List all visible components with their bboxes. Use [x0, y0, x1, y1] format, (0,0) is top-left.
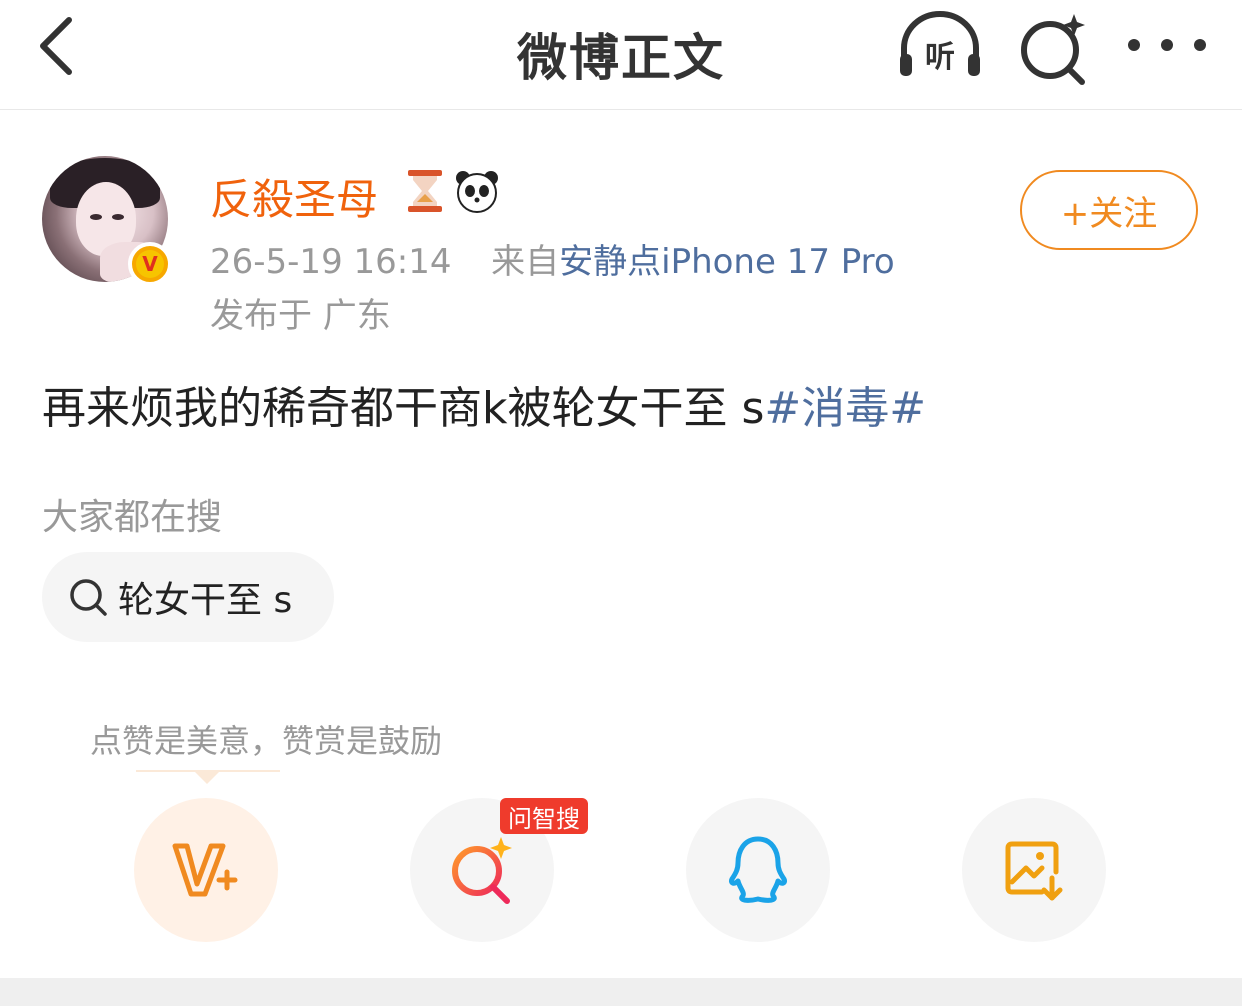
save-image-button[interactable] [962, 798, 1106, 942]
ai-search-icon [1021, 14, 1085, 85]
trending-search-chip[interactable]: 轮女干至 s [42, 552, 334, 642]
qq-penguin-icon [729, 836, 787, 903]
ask-badge: 问智搜 [500, 798, 588, 834]
ai-search-button[interactable] [1014, 8, 1094, 88]
reward-button[interactable] [134, 798, 278, 942]
verified-badge-letter: V [136, 250, 164, 278]
more-button[interactable] [1128, 20, 1206, 70]
post-meta: 26-5-19 16:14 来自安静点iPhone 17 Pro [210, 234, 895, 283]
trending-chip-text: 轮女干至 s [118, 580, 293, 621]
post-location: 发布于 广东 [210, 296, 391, 336]
more-dot [1194, 39, 1206, 51]
hashtag-link[interactable]: #消毒# [764, 383, 926, 434]
post-body: 再来烦我的稀奇都干商k被轮女干至 s#消毒# [42, 372, 926, 436]
post-text: 再来烦我的稀奇都干商k被轮女干至 s [42, 383, 765, 434]
save-image-icon [1005, 841, 1063, 901]
device-link[interactable]: 安静点iPhone 17 Pro [559, 242, 895, 282]
avatar-eye [112, 214, 124, 220]
hourglass-icon [408, 170, 442, 212]
reward-tip: 点赞是美意，赞赏是鼓励 [90, 722, 443, 760]
author-name[interactable]: 反殺圣母 [210, 166, 378, 227]
v-plus-icon [172, 843, 238, 897]
follow-button[interactable]: +关注 [1020, 170, 1198, 250]
ai-search-color-icon [452, 837, 512, 904]
from-prefix: 来自 [491, 242, 560, 282]
tip-arrow [193, 770, 221, 784]
bottom-divider [0, 978, 1242, 1006]
trending-label: 大家都在搜 [42, 497, 223, 538]
more-dot [1128, 39, 1140, 51]
more-dot [1161, 39, 1173, 51]
listen-label: 听 [925, 40, 955, 75]
avatar-eye [90, 214, 102, 220]
panda-icon [456, 171, 498, 213]
post-time: 26-5-19 16:14 [210, 242, 452, 282]
verified-badge: V [128, 242, 172, 286]
share-qq-button[interactable] [686, 798, 830, 942]
listen-button[interactable]: 听 [896, 8, 984, 84]
top-nav-bar: 微博正文 听 [0, 0, 1242, 110]
search-icon [70, 579, 107, 616]
